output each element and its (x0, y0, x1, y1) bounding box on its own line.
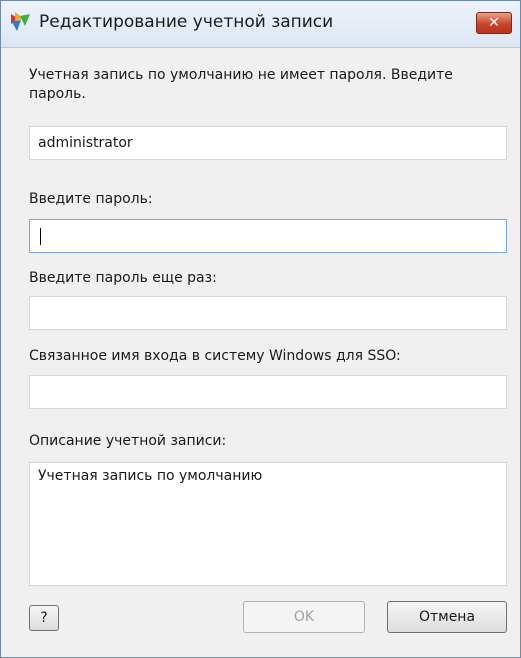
window-title: Редактирование учетной записи (39, 12, 334, 32)
password-field[interactable] (29, 219, 507, 253)
account-name-field[interactable]: administrator (29, 126, 507, 160)
cancel-button[interactable]: Отмена (387, 601, 507, 633)
title-bar[interactable]: Редактирование учетной записи ✕ (1, 1, 520, 48)
password-label: Введите пароль: (29, 191, 153, 207)
avg-logo-icon (11, 12, 30, 31)
dialog-content: Учетная запись по умолчанию не имеет пар… (1, 48, 520, 657)
close-button[interactable]: ✕ (476, 12, 512, 34)
edit-account-dialog: Редактирование учетной записи ✕ Учетная … (0, 0, 521, 658)
info-message: Учетная запись по умолчанию не имеет пар… (29, 67, 453, 102)
help-button[interactable]: ? (29, 605, 59, 631)
password-repeat-field[interactable] (29, 296, 507, 330)
text-caret (40, 228, 41, 245)
ok-button[interactable]: OK (243, 601, 365, 633)
password-repeat-label: Введите пароль еще раз: (29, 270, 217, 286)
description-textarea[interactable]: Учетная запись по умолчанию (29, 462, 507, 586)
description-label: Описание учетной записи: (29, 433, 227, 449)
close-icon: ✕ (488, 15, 500, 31)
windows-login-field[interactable] (29, 375, 507, 409)
windows-login-label: Связанное имя входа в систему Windows дл… (29, 348, 401, 364)
